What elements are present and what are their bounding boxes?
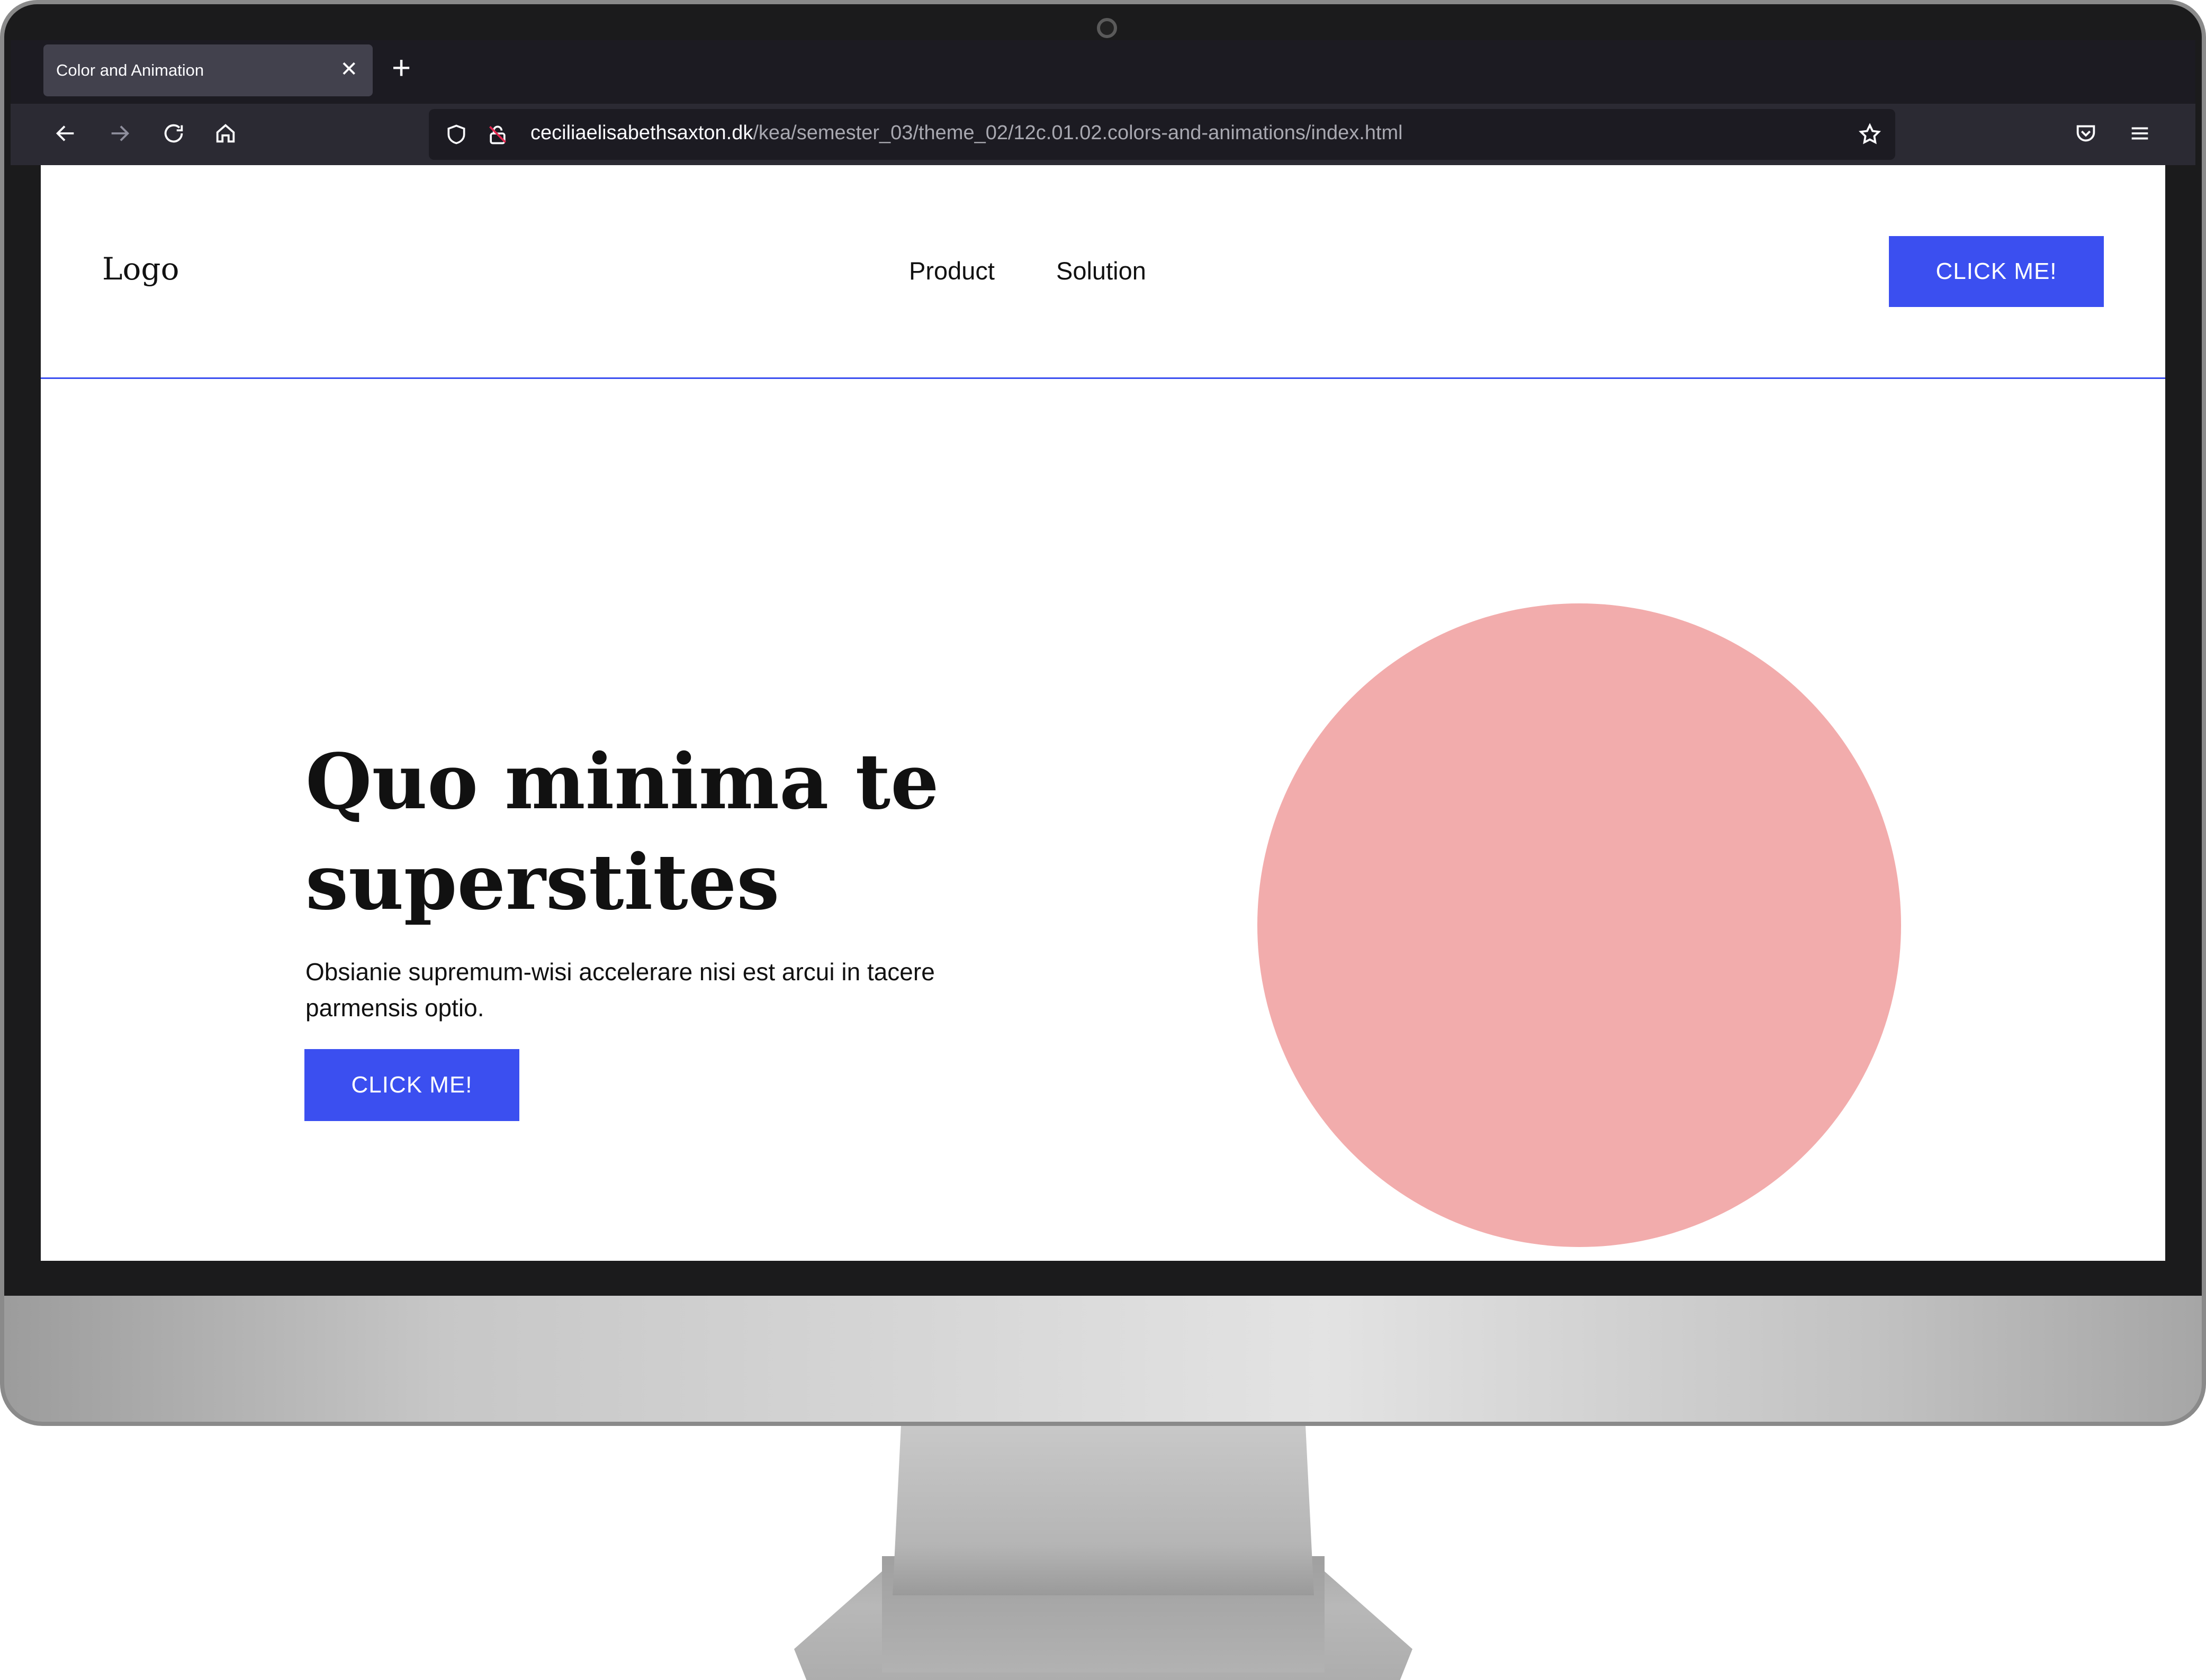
forward-arrow-icon[interactable] bbox=[103, 116, 137, 150]
site-header: Logo Product Solution CLICK ME! bbox=[41, 165, 2165, 379]
url-bar[interactable]: ceciliaelisabethsaxton.dk/kea/semester_0… bbox=[429, 109, 1895, 160]
header-cta-button[interactable]: CLICK ME! bbox=[1889, 236, 2104, 307]
nav-link-product[interactable]: Product bbox=[909, 256, 995, 285]
insecure-lock-icon[interactable] bbox=[481, 118, 515, 151]
home-icon[interactable] bbox=[209, 116, 242, 150]
url-domain: ceciliaelisabethsaxton.dk bbox=[530, 122, 753, 144]
camera-icon bbox=[1097, 18, 1117, 38]
tab-title: Color and Animation bbox=[56, 61, 204, 79]
plus-icon[interactable]: + bbox=[392, 52, 411, 85]
monitor-chin bbox=[0, 1296, 2206, 1426]
browser-tab-bar: Color and Animation ✕ + bbox=[11, 40, 2195, 104]
shield-icon[interactable] bbox=[439, 118, 473, 151]
bookmark-star-icon[interactable] bbox=[1853, 118, 1887, 151]
site-logo[interactable]: Logo bbox=[102, 251, 179, 287]
nav-link-solution[interactable]: Solution bbox=[1056, 256, 1146, 285]
back-arrow-icon[interactable] bbox=[49, 116, 83, 150]
close-icon[interactable]: ✕ bbox=[340, 57, 358, 82]
page-viewport: Logo Product Solution CLICK ME! Quo mini… bbox=[41, 165, 2165, 1261]
hero-title: Quo minima te superstites bbox=[305, 737, 939, 927]
hero-description: Obsianie supremum-wisi accelerare nisi e… bbox=[305, 958, 935, 1022]
hero-cta-button[interactable]: CLICK ME! bbox=[304, 1049, 519, 1121]
url-text[interactable]: ceciliaelisabethsaxton.dk/kea/semester_0… bbox=[530, 122, 1403, 144]
pocket-icon[interactable] bbox=[2069, 116, 2103, 150]
browser-nav-bar: ceciliaelisabethsaxton.dk/kea/semester_0… bbox=[11, 104, 2195, 165]
decorative-circle bbox=[1257, 603, 1901, 1247]
reload-icon[interactable] bbox=[157, 116, 191, 150]
url-path: /kea/semester_03/theme_02/12c.01.02.colo… bbox=[753, 122, 1403, 144]
browser-tab[interactable]: Color and Animation ✕ bbox=[43, 44, 373, 96]
monitor-stand-neck bbox=[893, 1426, 1314, 1595]
hamburger-menu-icon[interactable] bbox=[2123, 116, 2157, 150]
